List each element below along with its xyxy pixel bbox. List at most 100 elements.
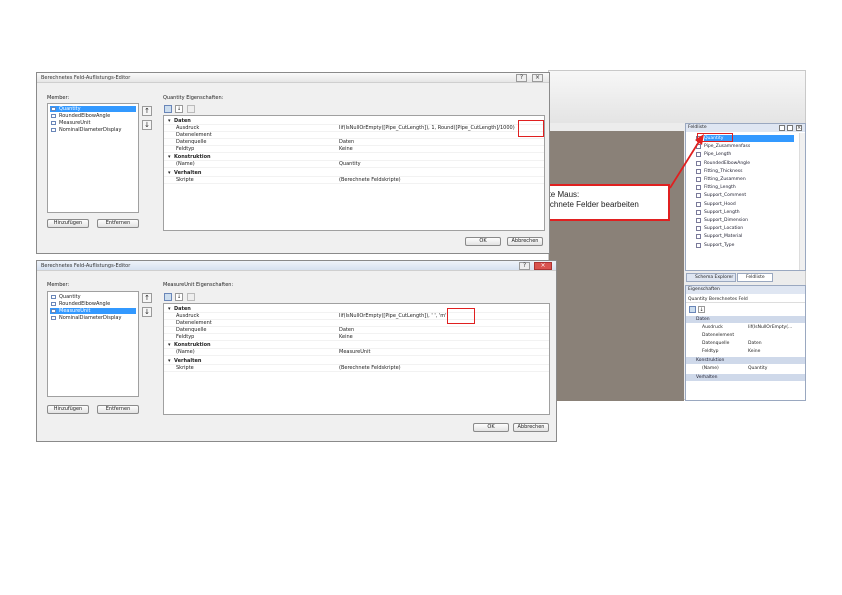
- dialog1-title: Berechnetes Feld-Auflistungs-Editor: [41, 75, 131, 81]
- dialog1-move-down-button[interactable]: ↓: [142, 120, 152, 130]
- dialog2-move-down-button[interactable]: ↓: [142, 307, 152, 317]
- tab-schema-explorer[interactable]: Schema Explorer: [686, 273, 736, 282]
- rows-daten: Ausdruck Iif(IsNullOrEmpty([Pipe_CutLengt…: [164, 125, 544, 153]
- category-daten[interactable]: ▾ Daten: [164, 118, 544, 125]
- property-pages-icon[interactable]: [187, 105, 195, 113]
- dialog2-remove-button[interactable]: Entfernen: [97, 405, 139, 414]
- dialog2-move-up-button[interactable]: ↑: [142, 293, 152, 303]
- rows-konstruktion: (Name) Quantity: [686, 365, 805, 373]
- dialog1-help-button[interactable]: ?: [516, 74, 527, 82]
- property-row[interactable]: Skripte (Berechnete Feldskripte): [164, 177, 544, 184]
- dialog1-cancel-button[interactable]: Abbrechen: [507, 237, 543, 246]
- property-name: Feldtyp: [176, 146, 195, 152]
- field-list-item[interactable]: Fitting_Thickness: [696, 168, 794, 175]
- property-row[interactable]: Datenelement: [686, 332, 805, 339]
- property-row[interactable]: Skripte (Berechnete Feldskripte): [164, 365, 549, 372]
- dialog2-ok-button[interactable]: OK: [473, 423, 509, 432]
- property-row[interactable]: Feldtyp Keine: [164, 146, 544, 153]
- property-name: Ausdruck: [702, 325, 723, 330]
- property-name: (Name): [176, 161, 195, 167]
- dialog2-close-button[interactable]: ×: [534, 262, 552, 270]
- field-list-item[interactable]: RoundedElbowAngle: [696, 160, 794, 167]
- field-icon: [696, 226, 701, 232]
- dialog1-move-up-button[interactable]: ↑: [142, 106, 152, 116]
- property-row[interactable]: Feldtyp Keine: [686, 348, 805, 355]
- property-row[interactable]: Datenquelle Daten: [164, 139, 544, 146]
- list-item[interactable]: MeasureUnit: [50, 120, 136, 126]
- member-icon: [51, 128, 56, 132]
- field-list-item[interactable]: Support_Length: [696, 209, 794, 216]
- field-list-item[interactable]: Fitting_Length: [696, 184, 794, 191]
- dialog2-cancel-button[interactable]: Abbrechen: [513, 423, 549, 432]
- property-row[interactable]: Ausdruck Iif(IsNullOrEmpty([Pipe_CutLengt…: [164, 313, 549, 320]
- list-item[interactable]: Quantity: [50, 294, 136, 300]
- field-explorer-scrollbar[interactable]: [799, 133, 805, 270]
- collection-editor-dialog-1: Berechnetes Feld-Auflistungs-Editor ? × …: [36, 72, 550, 254]
- alphabetical-icon[interactable]: ↓: [698, 306, 705, 313]
- dialog2-add-button[interactable]: Hinzufügen: [47, 405, 89, 414]
- field-list-item[interactable]: Support_Hood: [696, 201, 794, 208]
- list-item[interactable]: RoundedElbowAngle: [50, 113, 136, 119]
- dialog1-members-list[interactable]: Quantity RoundedElbowAngle MeasureUnit Nomi…: [47, 103, 139, 213]
- categorized-icon[interactable]: [164, 293, 172, 301]
- category-daten[interactable]: Daten: [686, 316, 805, 323]
- field-explorer-close-icon[interactable]: ×: [796, 125, 802, 131]
- property-name: Feldtyp: [702, 349, 719, 354]
- dialog1-close-button[interactable]: ×: [532, 74, 543, 82]
- list-item[interactable]: MeasureUnit: [50, 308, 136, 314]
- dialog1-ok-button[interactable]: OK: [465, 237, 501, 246]
- property-row[interactable]: Datenelement: [164, 320, 549, 327]
- rows-verhalten: Skripte (Berechnete Feldskripte): [164, 365, 549, 373]
- categorized-icon[interactable]: [164, 105, 172, 113]
- field-list-item[interactable]: Pipe_Length: [696, 151, 794, 158]
- dialog1-add-button[interactable]: Hinzufügen: [47, 219, 89, 228]
- categorized-icon[interactable]: [689, 306, 696, 313]
- list-item[interactable]: Quantity: [50, 106, 136, 112]
- property-row[interactable]: (Name) Quantity: [686, 365, 805, 372]
- field-list-item[interactable]: Fitting_Zusammen: [696, 176, 794, 183]
- field-list-item[interactable]: Support_Location: [696, 225, 794, 232]
- alphabetical-icon[interactable]: ↓: [175, 105, 183, 113]
- tab-feldliste[interactable]: Feldliste: [737, 273, 773, 282]
- field-explorer-pin-icon[interactable]: [779, 125, 785, 131]
- category-konstruktion[interactable]: Konstruktion: [686, 357, 805, 364]
- category-verhalten[interactable]: ▾ Verhalten: [164, 170, 544, 177]
- alphabetical-icon[interactable]: ↓: [175, 293, 183, 301]
- field-label: Support_Location: [704, 226, 744, 232]
- property-row[interactable]: Feldtyp Keine: [164, 334, 549, 341]
- field-list-item[interactable]: Support_Comment: [696, 192, 794, 199]
- category-daten[interactable]: ▾ Daten: [164, 306, 549, 313]
- field-list-item[interactable]: Support_Type: [696, 242, 794, 249]
- list-item[interactable]: NominalDiameterDisplay: [50, 127, 136, 133]
- dialog2-help-button[interactable]: ?: [519, 262, 530, 270]
- property-row[interactable]: (Name) Quantity: [164, 161, 544, 168]
- list-item[interactable]: RoundedElbowAngle: [50, 301, 136, 307]
- property-row[interactable]: (Name) MeasureUnit: [164, 349, 549, 356]
- property-pages-icon[interactable]: [187, 293, 195, 301]
- properties-object-selector[interactable]: Quantity Berechnetes Feld: [686, 296, 805, 303]
- field-label: Pipe_Zusammenfass: [704, 144, 751, 150]
- field-list-item[interactable]: Pipe_Zusammenfass: [696, 143, 794, 150]
- property-row[interactable]: Datenelement: [164, 132, 544, 139]
- property-row[interactable]: Ausdruck Iif(IsNullOrEmpty(...: [686, 324, 805, 331]
- dialog2-members-list[interactable]: Quantity RoundedElbowAngle MeasureUnit Nomi…: [47, 291, 139, 397]
- property-value: MeasureUnit: [339, 349, 371, 355]
- field-list-item[interactable]: Support_Material: [696, 233, 794, 240]
- property-row[interactable]: Ausdruck Iif(IsNullOrEmpty([Pipe_CutLengt…: [164, 125, 544, 132]
- category-verhalten[interactable]: Verhalten: [686, 374, 805, 381]
- list-item[interactable]: NominalDiameterDisplay: [50, 315, 136, 321]
- category-konstruktion[interactable]: ▾ Konstruktion: [164, 154, 544, 161]
- member-label: Quantity: [59, 106, 81, 112]
- property-value: (Berechnete Feldskripte): [339, 177, 401, 183]
- field-explorer-float-icon[interactable]: [787, 125, 793, 131]
- category-verhalten[interactable]: ▾ Verhalten: [164, 358, 549, 365]
- field-icon: [696, 242, 701, 248]
- property-row[interactable]: Datenquelle Daten: [164, 327, 549, 334]
- properties-panel: Eigenschaften Quantity Berechnetes Feld …: [685, 285, 806, 401]
- category-konstruktion[interactable]: ▾ Konstruktion: [164, 342, 549, 349]
- property-row[interactable]: Datenquelle Daten: [686, 340, 805, 347]
- member-label: Quantity: [59, 294, 81, 300]
- property-name: (Name): [702, 366, 719, 371]
- field-list-item[interactable]: Support_Dimension: [696, 217, 794, 224]
- dialog1-remove-button[interactable]: Entfernen: [97, 219, 139, 228]
